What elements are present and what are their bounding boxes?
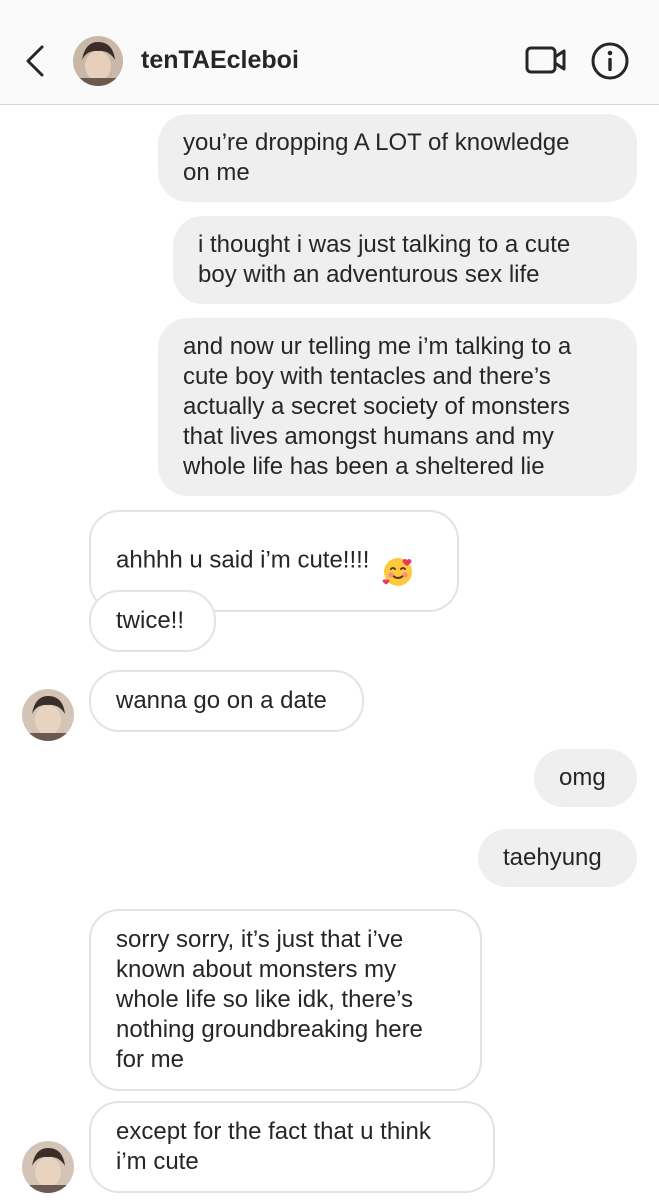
message-text: you’re dropping A LOT of knowledge on me <box>183 129 570 186</box>
sent-message-bubble[interactable]: you’re dropping A LOT of knowledge on me <box>158 114 637 202</box>
message-text: omg <box>559 764 606 791</box>
message-text: sorry sorry, it’s just that i’ve known a… <box>116 926 423 1073</box>
video-camera-icon <box>525 46 566 74</box>
message-text: twice!! <box>116 607 185 634</box>
sender-avatar[interactable] <box>22 689 74 741</box>
message-text: i thought i was just talking to a cute b… <box>198 231 571 288</box>
sender-avatar[interactable] <box>22 1141 74 1193</box>
chat-header: tenTAEcleboi <box>0 0 659 105</box>
sent-message-bubble[interactable]: i thought i was just talking to a cute b… <box>173 216 637 304</box>
message-text: wanna go on a date <box>116 687 327 714</box>
message-text: and now ur telling me i’m talking to a c… <box>183 333 572 480</box>
sent-message-bubble[interactable]: and now ur telling me i’m talking to a c… <box>158 318 637 496</box>
chat-username[interactable]: tenTAEcleboi <box>141 46 299 75</box>
video-call-button[interactable] <box>525 44 567 76</box>
smiling-face-with-hearts-icon <box>382 526 414 596</box>
avatar[interactable] <box>73 36 123 86</box>
message-text: taehyung <box>503 844 602 871</box>
sent-message-bubble[interactable]: taehyung <box>478 829 637 887</box>
received-message-bubble[interactable]: twice!! <box>89 590 216 652</box>
message-text: ahhhh u said i’m cute!!!! <box>116 546 370 574</box>
received-message-bubble[interactable]: except for the fact that u think i’m cut… <box>89 1101 495 1193</box>
back-button[interactable] <box>20 44 50 78</box>
info-button[interactable] <box>590 41 630 81</box>
chevron-left-icon <box>26 45 44 77</box>
info-icon <box>591 42 629 80</box>
message-text: except for the fact that u think i’m cut… <box>116 1118 431 1175</box>
sent-message-bubble[interactable]: omg <box>534 749 637 807</box>
received-message-bubble[interactable]: wanna go on a date <box>89 670 364 732</box>
received-message-bubble[interactable]: sorry sorry, it’s just that i’ve known a… <box>89 909 482 1091</box>
